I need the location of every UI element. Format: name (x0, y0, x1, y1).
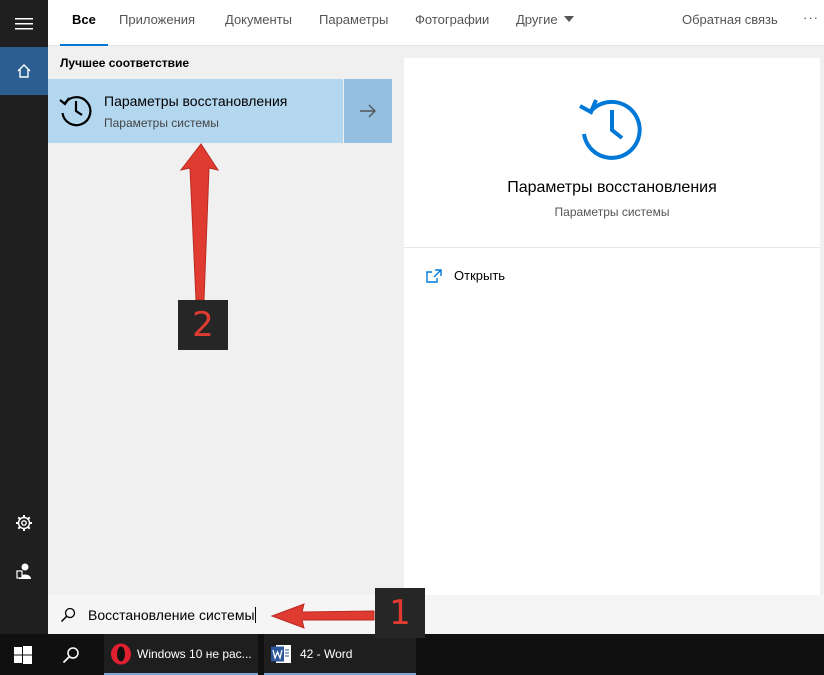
search-box[interactable]: Восстановление системы (48, 595, 824, 634)
search-query-text: Восстановление системы (88, 607, 255, 623)
filter-tabs-bar: Все Приложения Документы Параметры Фотог… (48, 0, 824, 46)
taskbar: Windows 10 не рас... 42 - Word (0, 634, 824, 675)
taskbar-opera-window[interactable]: Windows 10 не рас... (104, 634, 258, 675)
word-window-label: 42 - Word (300, 646, 353, 661)
best-match-subtitle: Параметры системы (104, 116, 219, 130)
annotation-badge-2: 2 (178, 300, 228, 350)
gear-icon (16, 515, 32, 531)
opera-icon (111, 643, 131, 664)
text-cursor (254, 607, 256, 623)
tab-other-label: Другие (516, 12, 558, 27)
open-icon (426, 268, 442, 283)
windows-icon (14, 645, 32, 664)
tab-all[interactable]: Все (60, 12, 108, 46)
left-rail (0, 0, 48, 634)
best-match-expand-button[interactable] (344, 79, 392, 143)
tab-documents[interactable]: Документы (225, 12, 292, 46)
search-icon (62, 646, 79, 663)
preview-title: Параметры восстановления (507, 179, 717, 196)
tab-other[interactable]: Другие (516, 12, 574, 46)
settings-button[interactable] (0, 499, 48, 547)
user-icon (16, 563, 31, 579)
taskbar-word-window[interactable]: 42 - Word (264, 634, 416, 675)
start-button[interactable] (14, 634, 34, 675)
history-large-icon (579, 99, 642, 160)
chevron-down-icon (563, 16, 574, 22)
tab-photos[interactable]: Фотографии (415, 12, 489, 46)
hamburger-menu-button[interactable] (0, 0, 48, 48)
history-icon (59, 96, 92, 127)
home-icon (17, 64, 31, 78)
preview-subtitle: Параметры системы (554, 205, 670, 219)
open-action[interactable]: Открыть (426, 268, 505, 283)
best-match-result[interactable]: Параметры восстановления Параметры систе… (48, 79, 343, 143)
best-match-title: Параметры восстановления (104, 93, 288, 109)
tab-apps[interactable]: Приложения (119, 12, 195, 46)
user-button[interactable] (0, 547, 48, 595)
feedback-link[interactable]: Обратная связь (682, 12, 778, 46)
tab-settings[interactable]: Параметры (319, 12, 388, 46)
section-title-best-match: Лучшее соответствие (60, 56, 190, 70)
search-input[interactable]: Восстановление системы (88, 607, 256, 623)
home-button[interactable] (0, 47, 48, 95)
more-options-button[interactable]: ··· (803, 10, 819, 44)
hamburger-icon (15, 18, 33, 30)
preview-panel: Параметры восстановления Параметры систе… (404, 58, 820, 595)
preview-divider (404, 247, 820, 248)
taskbar-search-button[interactable] (62, 634, 84, 675)
arrow-right-icon (360, 104, 376, 118)
open-action-label: Открыть (454, 268, 506, 283)
annotation-badge-1: 1 (375, 588, 425, 638)
word-icon (271, 644, 291, 663)
search-icon (60, 607, 76, 623)
opera-window-label: Windows 10 не рас... (137, 646, 252, 661)
